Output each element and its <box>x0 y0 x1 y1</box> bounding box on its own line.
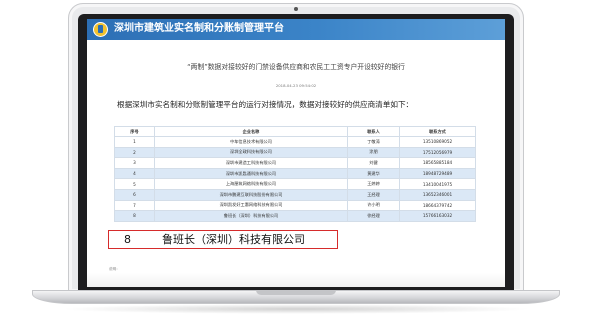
row-company: 深圳全政科技有限公司 <box>154 146 348 159</box>
app-title: 深圳市建筑业实名制和分账制管理平台 <box>114 23 284 34</box>
row-phone: 17512056979 <box>399 146 476 159</box>
column-header-phone: 联系方式 <box>399 126 476 137</box>
column-header-contact: 联系人 <box>347 126 400 137</box>
platform-logo-icon <box>93 22 108 37</box>
row-no: 3 <box>114 157 155 169</box>
table-row: 2 深圳全政科技有限公司 涂朋 17512056979 <box>114 146 476 159</box>
row-company: 鲁班长（深圳）科技有限公司 <box>154 210 348 222</box>
row-phone: 18948729489 <box>399 167 476 180</box>
row-phone: 18664379742 <box>399 199 476 212</box>
row-contact: 涂朋 <box>347 146 400 159</box>
table-row: 3 深圳市建造工科技有限公司 刘健 18565885184 <box>114 157 476 169</box>
camera-icon <box>294 7 298 11</box>
table-row: 1 中车信息技术有限公司 丁敬涛 13510869052 <box>114 136 476 148</box>
row-company: 上海厘筑网络科技有限公司 <box>154 178 348 190</box>
row-no: 8 <box>114 210 155 222</box>
app-header: 深圳市建筑业实名制和分账制管理平台 <box>87 19 505 40</box>
table-row: 7 深圳凯发好工惠网络科技有限公司 许小明 18664379742 <box>114 199 476 212</box>
row-contact: 徐经理 <box>347 210 400 222</box>
column-header-company: 企业名称 <box>154 126 348 137</box>
row-contact: 黄建华 <box>347 167 400 180</box>
row-contact: 许小明 <box>347 199 400 212</box>
row-no: 5 <box>114 178 155 190</box>
row-company: 深圳市鹏建互联科技股份有限公司 <box>154 188 348 201</box>
table-row: 6 深圳市鹏建互联科技股份有限公司 王经理 13652346001 <box>114 188 476 201</box>
document-intro: 根据深圳市实名制和分账制管理平台的运行对接情况，数据对接较好的供应商清单如下： <box>117 100 414 109</box>
row-phone: 13652346001 <box>399 188 476 201</box>
table-header-row: 序号 企业名称 联系人 联系方式 <box>114 126 476 137</box>
table-row: 4 深圳市凯匙通科技有限公司 黄建华 18948729489 <box>114 167 476 180</box>
row-no: 4 <box>114 167 155 180</box>
row-phone: 13510869052 <box>399 136 476 148</box>
row-phone: 18565885184 <box>399 157 476 169</box>
table-row: 8 鲁班长（深圳）科技有限公司 徐经理 15766163032 <box>114 210 476 222</box>
row-no: 6 <box>114 188 155 201</box>
row-phone: 13410041975 <box>399 178 476 190</box>
row-no: 2 <box>114 146 155 159</box>
row-no: 7 <box>114 199 155 212</box>
laptop-mockup: 深圳市建筑业实名制和分账制管理平台 “两制”数据对接较好的门禁设备供应商和农民工… <box>0 0 592 334</box>
laptop-notch <box>256 290 336 295</box>
table-row: 5 上海厘筑网络科技有限公司 王婷婷 13410041975 <box>114 178 476 190</box>
row-company: 深圳凯发好工惠网络科技有限公司 <box>154 199 348 212</box>
row-contact: 王经理 <box>347 188 400 201</box>
row-company: 深圳市凯匙通科技有限公司 <box>154 167 348 180</box>
screen-fade <box>87 273 505 287</box>
supplier-table: 序号 企业名称 联系人 联系方式 1 中车信息技术有限公司 丁敬涛 135108… <box>114 126 476 222</box>
row-company: 中车信息技术有限公司 <box>154 136 348 148</box>
row-phone: 15766163032 <box>399 210 476 222</box>
document-date: 2018-04-23 09:54:02 <box>275 83 317 88</box>
row-contact: 丁敬涛 <box>347 136 400 148</box>
column-header-no: 序号 <box>114 126 155 137</box>
document-footnote: 说明： <box>109 267 120 271</box>
row-company: 深圳市建造工科技有限公司 <box>154 157 348 169</box>
highlight-row-number: 8 <box>124 233 131 246</box>
document-title: “两制”数据对接较好的门禁设备供应商和农民工工资专户开设较好的银行 <box>187 63 405 71</box>
row-contact: 王婷婷 <box>347 178 400 190</box>
row-contact: 刘健 <box>347 157 400 169</box>
row-no: 1 <box>114 136 155 148</box>
laptop-shadow <box>60 304 532 314</box>
highlight-company-name: 鲁班长（深圳）科技有限公司 <box>162 233 305 246</box>
